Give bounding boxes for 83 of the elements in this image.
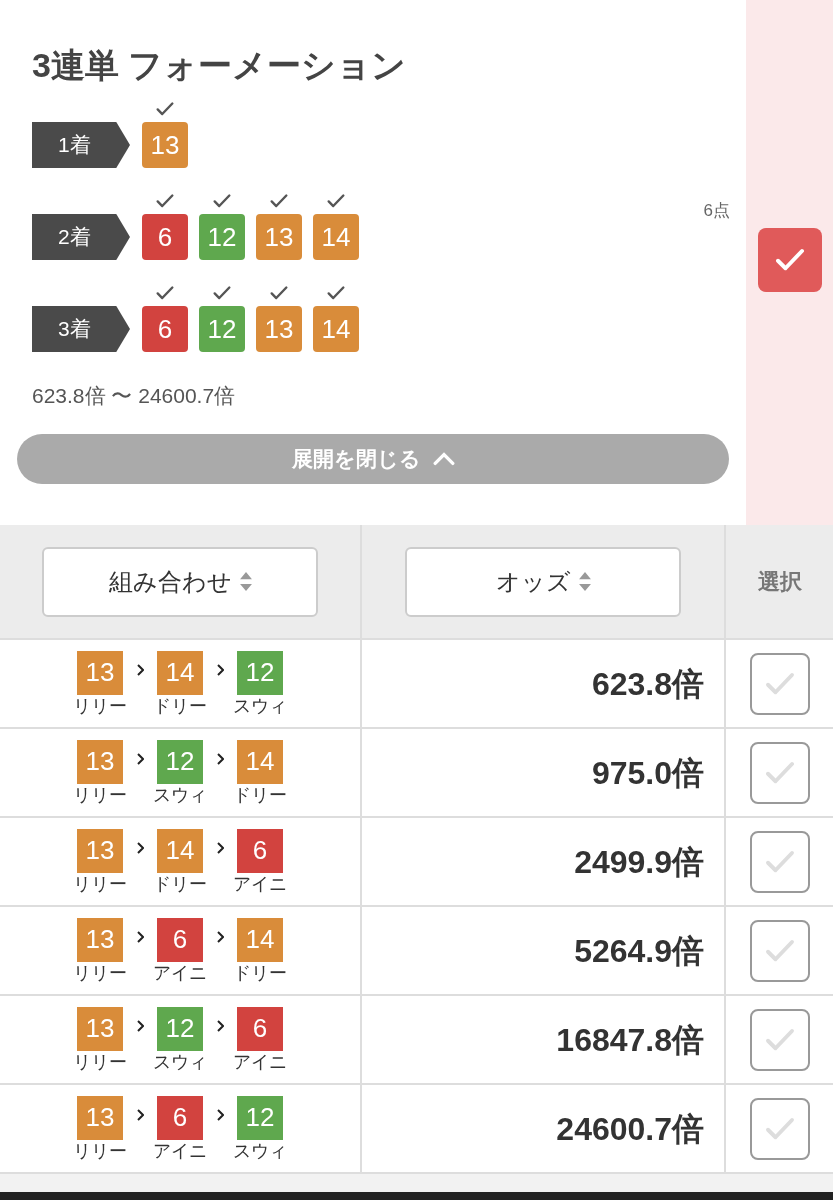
horse-name: アイニ [233,1050,287,1073]
chevron-right-icon [216,1108,224,1121]
horse-name: ドリー [233,783,287,806]
odds-value: 975.0倍 [591,753,704,793]
position-tag: 3着 [32,306,130,352]
column-header: 選択 [757,568,802,596]
horse-name: アイニ [233,872,287,895]
horse-name: アイニ [153,1139,207,1162]
horse-name: ドリー [153,694,207,717]
chevron-up-icon [432,451,455,466]
horse-number[interactable]: 13 [142,122,188,168]
horse-number: 12 [237,650,283,695]
horse-name: スウィ [233,694,287,717]
chevron-right-icon [136,1108,144,1121]
odds-value: 623.8倍 [591,664,704,704]
position-tag: 1着 [32,122,130,168]
horse-name: スウィ [153,1050,207,1073]
chevron-right-icon [136,841,144,854]
horse-name: スウィ [233,1139,287,1162]
horse-number[interactable]: 14 [313,214,359,260]
odds-value: 16847.8倍 [556,1020,704,1060]
horse-number[interactable]: 13 [256,214,302,260]
row-checkbox[interactable] [749,741,810,804]
horse-number[interactable]: 14 [313,306,359,352]
chevron-right-icon [216,1019,224,1032]
horse-number: 12 [157,739,203,784]
horse-name: リリー [73,872,127,895]
horse-name: ドリー [153,872,207,895]
horse-number: 6 [237,828,283,873]
position-tag: 2着 [32,214,130,260]
chevron-right-icon [216,663,224,676]
row-checkbox[interactable] [749,919,810,982]
combination-count: 6点 [703,200,730,222]
sort-button[interactable]: 組み合わせ [42,546,318,617]
formation-title: 3連単 フォーメーション [32,45,408,86]
horse-number: 13 [77,1006,123,1051]
horse-number: 12 [237,1095,283,1140]
horse-number: 12 [157,1006,203,1051]
chevron-right-icon [136,930,144,943]
chevron-right-icon [136,752,144,765]
horse-number: 13 [77,917,123,962]
chevron-right-icon [216,752,224,765]
horse-number: 13 [77,828,123,873]
horse-name: リリー [73,1139,127,1162]
horse-number: 14 [157,650,203,695]
horse-name: リリー [73,783,127,806]
horse-name: ドリー [233,961,287,984]
chevron-right-icon [136,1019,144,1032]
horse-number: 13 [77,650,123,695]
chevron-right-icon [216,841,224,854]
chevron-right-icon [136,663,144,676]
odds-value: 2499.9倍 [574,842,704,882]
horse-name: リリー [73,694,127,717]
horse-name: アイニ [153,961,207,984]
row-checkbox[interactable] [749,830,810,893]
sort-icon [239,572,252,591]
row-checkbox[interactable] [749,1097,810,1160]
horse-number[interactable]: 12 [199,306,245,352]
horse-name: スウィ [153,783,207,806]
sort-button[interactable]: オッズ [405,546,681,617]
horse-number[interactable]: 6 [142,214,188,260]
horse-number: 13 [77,1095,123,1140]
sort-icon [578,572,591,591]
horse-number: 14 [157,828,203,873]
horse-number: 6 [157,1095,203,1140]
horse-number: 13 [77,739,123,784]
select-all-checkbox[interactable] [757,228,822,292]
horse-name: リリー [73,1050,127,1073]
horse-number: 14 [237,917,283,962]
horse-number: 6 [157,917,203,962]
collapse-button[interactable]: 展開を閉じる [17,433,729,484]
horse-number: 6 [237,1006,283,1051]
horse-number[interactable]: 13 [256,306,302,352]
row-checkbox[interactable] [749,652,810,715]
horse-name: リリー [73,961,127,984]
horse-number[interactable]: 6 [142,306,188,352]
odds-value: 5264.9倍 [574,931,704,971]
odds-range: 623.8倍 〜 24600.7倍 [32,383,237,409]
chevron-right-icon [216,930,224,943]
odds-value: 24600.7倍 [556,1109,704,1149]
horse-number[interactable]: 12 [199,214,245,260]
horse-number: 14 [237,739,283,784]
row-checkbox[interactable] [749,1008,810,1071]
